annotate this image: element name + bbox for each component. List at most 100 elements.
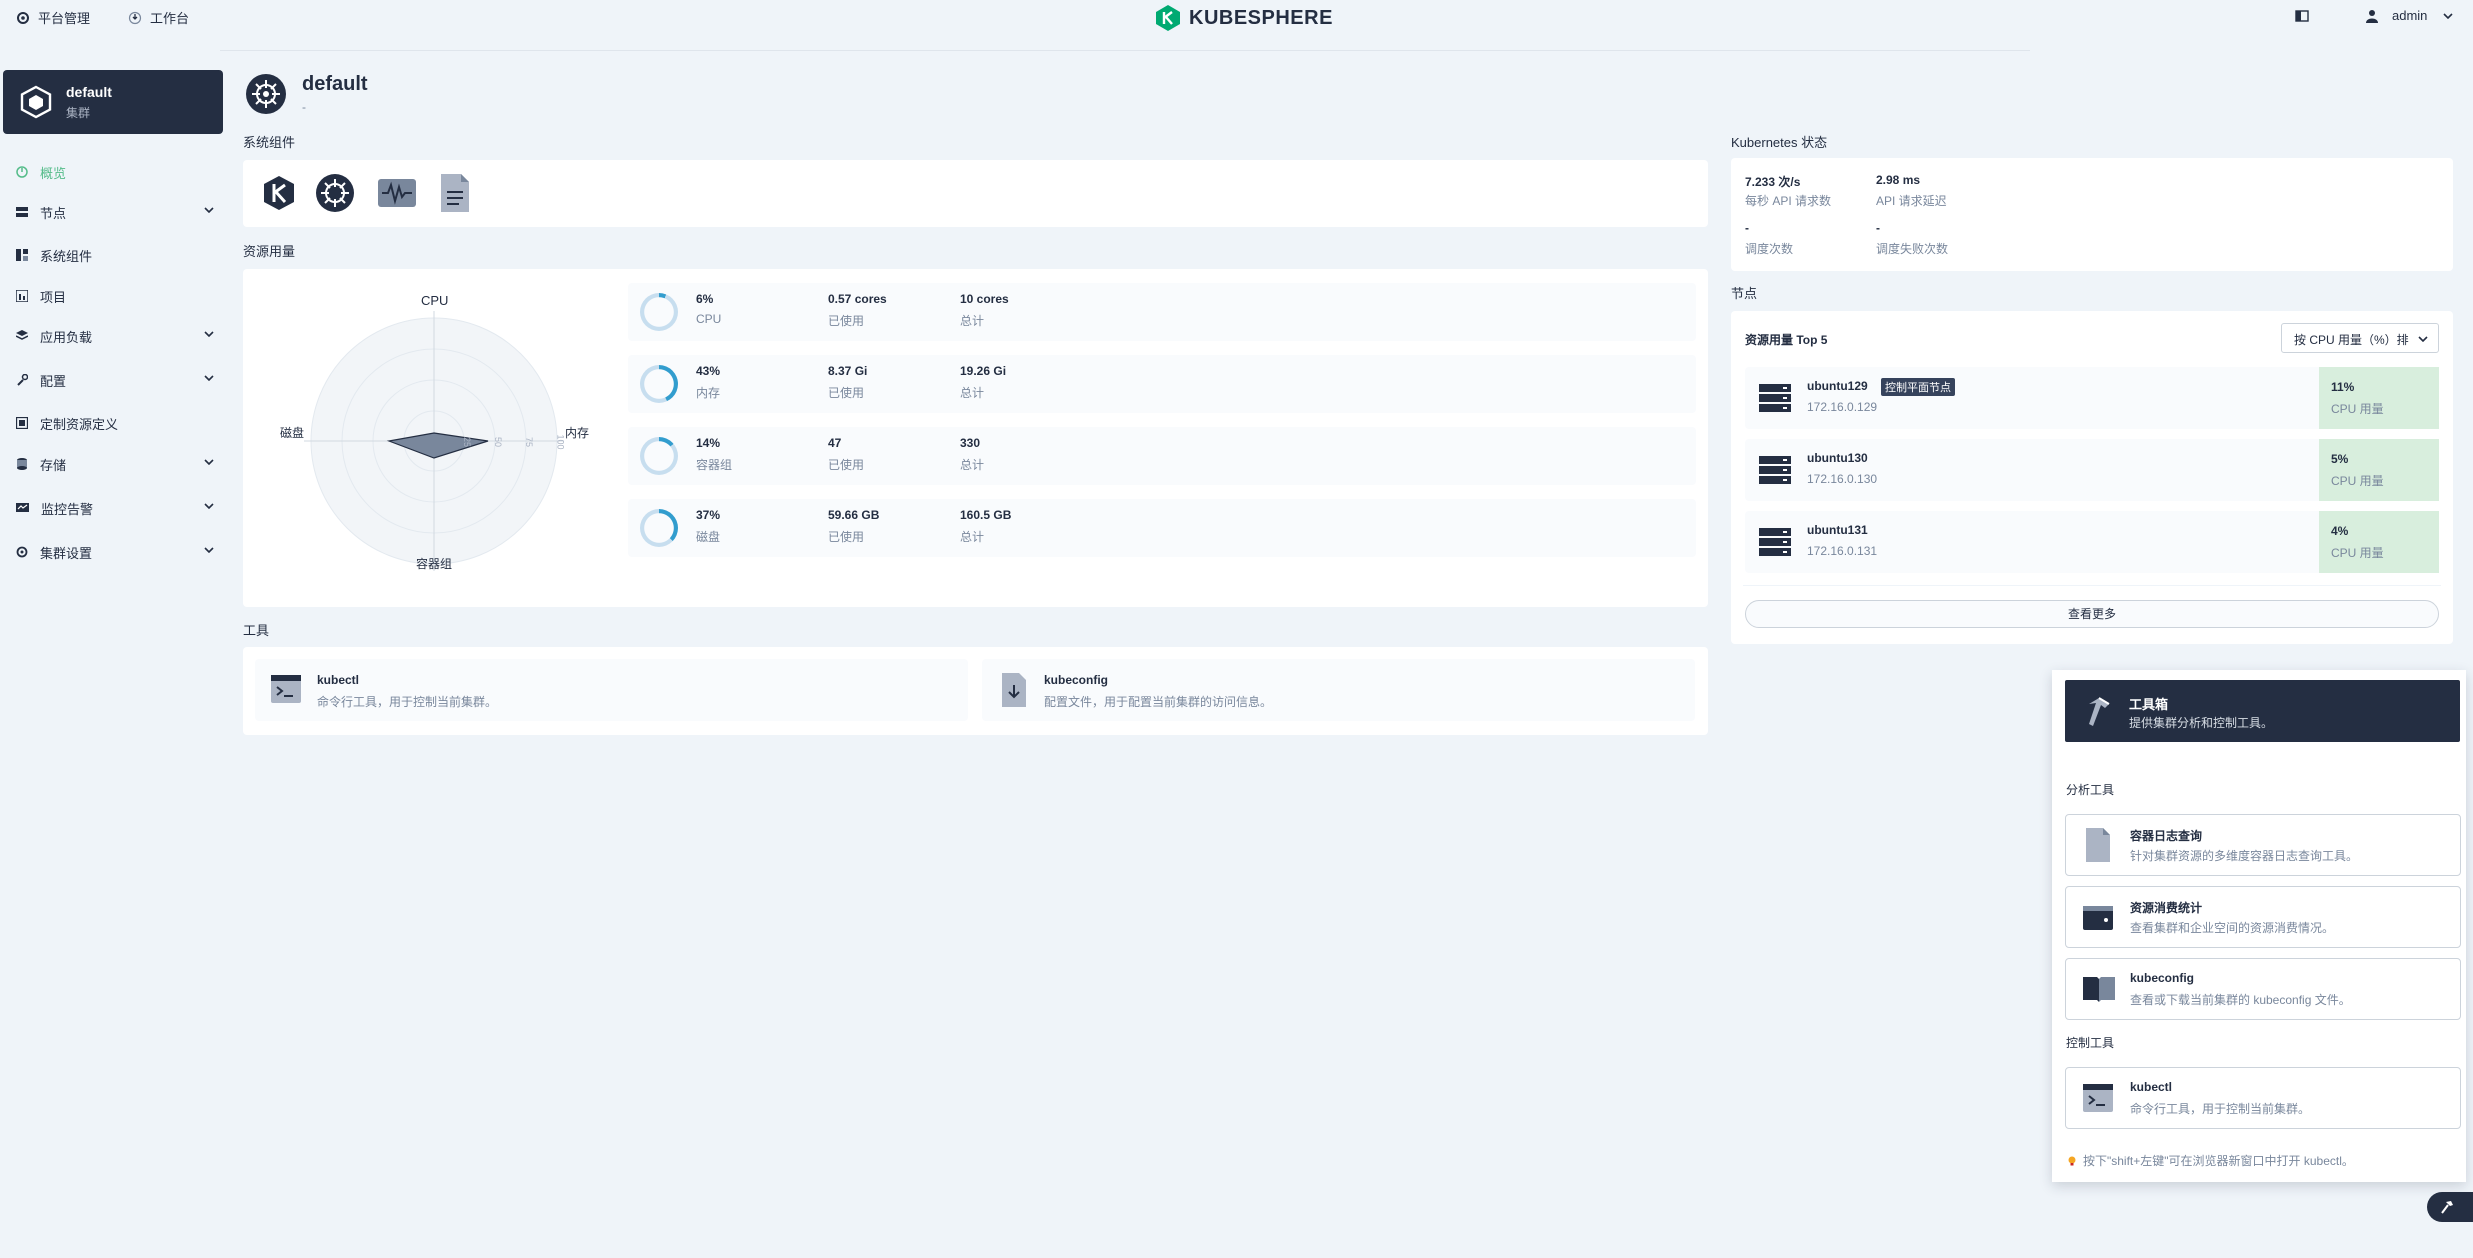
sidebar-item-components[interactable]: 系统组件 <box>16 240 214 270</box>
projects-icon <box>16 290 28 302</box>
logging-component-icon[interactable] <box>439 172 471 217</box>
kubesphere-component-icon[interactable] <box>259 173 299 216</box>
tool-name: kubectl <box>2130 1080 2173 1094</box>
components-icon <box>16 249 28 261</box>
metric-value: 7.233 次/s <box>1745 175 1801 189</box>
usage-percent: 43% <box>696 364 721 378</box>
radar-tick-50: 50 <box>493 436 504 448</box>
tool-name: kubeconfig <box>2130 971 2195 985</box>
page-title: default <box>302 73 368 95</box>
sidebar-item-label: 集群设置 <box>40 545 93 561</box>
top-divider <box>220 50 2030 51</box>
download-file-icon <box>1002 673 1026 710</box>
radar-label-disk: 磁盘 <box>280 426 305 440</box>
usage-total-label: 总计 <box>960 386 985 400</box>
metric-value: - <box>1876 221 1880 235</box>
node-row[interactable]: ubuntu131 172.16.0.131 4% CPU 用量 <box>1745 511 2439 573</box>
kubesphere-logo-icon <box>1156 5 1180 31</box>
sort-select[interactable]: 按 CPU 用量（%）排 <box>2281 323 2439 353</box>
system-components-panel <box>243 160 1708 227</box>
platform-menu[interactable]: 平台管理 <box>16 8 90 27</box>
usage-name: 容器组 <box>696 458 733 472</box>
sidebar-item-label: 概览 <box>40 165 67 181</box>
layout-toggle-icon[interactable] <box>2295 10 2309 25</box>
node-ip: 172.16.0.131 <box>1807 544 1878 558</box>
tools-title: 工具 <box>243 623 270 638</box>
sidebar-item-label: 系统组件 <box>40 248 93 264</box>
tool-kubectl[interactable]: kubectl 命令行工具，用于控制当前集群。 <box>255 659 968 721</box>
server-icon <box>1759 456 1791 484</box>
lightbulb-icon <box>2068 1156 2076 1165</box>
sidebar-item-storage[interactable]: 存储 <box>16 449 214 479</box>
usage-ring <box>640 437 678 475</box>
cluster-icon <box>19 85 53 122</box>
resource-usage-title: 资源用量 <box>243 244 296 259</box>
crd-icon <box>16 417 28 429</box>
usage-row-cpu: 6% CPU 0.57 cores 已使用 10 cores 总计 <box>628 283 1696 341</box>
tip-text: 按下"shift+左键"可在浏览器新窗口中打开 kubectl。 <box>2083 1154 2354 1168</box>
metering-tool[interactable]: 资源消费统计 查看集群和企业空间的资源消费情况。 <box>2065 886 2461 948</box>
sidebar-item-nodes[interactable]: 节点 <box>16 197 214 227</box>
gear-icon <box>16 546 28 558</box>
chevron-down-icon <box>204 375 214 381</box>
kubectl-tool[interactable]: kubectl 命令行工具，用于控制当前集群。 <box>2065 1067 2461 1129</box>
kubeconfig-tool[interactable]: kubeconfig 查看或下载当前集群的 kubeconfig 文件。 <box>2065 958 2461 1020</box>
usage-total-label: 总计 <box>960 458 985 472</box>
sidebar-item-label: 定制资源定义 <box>40 416 119 432</box>
chevron-down-icon <box>204 207 214 213</box>
log-search-tool[interactable]: 容器日志查询 针对集群资源的多维度容器日志查询工具。 <box>2065 814 2461 876</box>
document-icon <box>2086 828 2110 862</box>
workbench-menu[interactable]: 工作台 <box>128 8 189 27</box>
database-icon <box>17 458 27 470</box>
chevron-down-icon <box>204 459 214 465</box>
tool-kubeconfig[interactable]: kubeconfig 配置文件，用于配置当前集群的访问信息。 <box>982 659 1695 721</box>
platform-label: 平台管理 <box>38 11 91 26</box>
usage-total: 330 <box>960 436 981 450</box>
tool-desc: 查看集群和企业空间的资源消费情况。 <box>2130 921 2335 935</box>
kubernetes-icon <box>246 74 286 117</box>
cluster-type: 集群 <box>66 106 91 120</box>
usage-name: CPU <box>696 312 722 326</box>
usage-percent: 6% <box>696 292 714 306</box>
cluster-switcher[interactable]: default 集群 <box>3 70 223 134</box>
top-nodes-title: 资源用量 Top 5 <box>1745 333 1828 347</box>
sidebar-item-crd[interactable]: 定制资源定义 <box>16 408 214 438</box>
sidebar-item-label: 存储 <box>40 457 67 473</box>
node-cpu-usage: 4% CPU 用量 <box>2319 511 2439 573</box>
sidebar-item-monitoring[interactable]: 监控告警 <box>16 493 214 523</box>
usage-total: 10 cores <box>960 292 1009 306</box>
sidebar-item-overview[interactable]: 概览 <box>16 157 214 187</box>
chevron-down-icon <box>2418 336 2428 342</box>
usage-name: 磁盘 <box>696 530 721 544</box>
usage-used: 8.37 Gi <box>828 364 868 378</box>
node-cpu-usage: 5% CPU 用量 <box>2319 439 2439 501</box>
user-menu[interactable]: admin <box>2366 8 2453 23</box>
usage-percent: 14% <box>696 436 721 450</box>
gear-icon <box>17 11 29 24</box>
node-row[interactable]: ubuntu130 172.16.0.130 5% CPU 用量 <box>1745 439 2439 501</box>
monitoring-component-icon[interactable] <box>377 175 417 214</box>
sidebar-item-workloads[interactable]: 应用负载 <box>16 321 214 351</box>
toolbox-toggle-button[interactable] <box>2427 1192 2473 1222</box>
sidebar-item-config[interactable]: 配置 <box>16 365 214 395</box>
tool-name: kubeconfig <box>1044 673 1109 687</box>
usage-row-pods: 14% 容器组 47 已使用 330 总计 <box>628 427 1696 485</box>
book-icon <box>2083 977 2115 1002</box>
hammer-icon <box>2089 697 2110 726</box>
usage-ring <box>640 365 678 403</box>
kubesphere-logo[interactable]: KUBESPHERE <box>1155 4 1333 32</box>
node-name: ubuntu130 <box>1807 451 1868 465</box>
sort-select-value: 按 CPU 用量（%）排 <box>2294 333 2409 347</box>
sidebar-item-projects[interactable]: 项目 <box>16 281 214 311</box>
view-more-button[interactable]: 查看更多 <box>1745 600 2439 628</box>
usage-total-label: 总计 <box>960 530 985 544</box>
node-name: ubuntu129 <box>1807 379 1868 393</box>
sidebar-item-cluster-settings[interactable]: 集群设置 <box>16 537 214 567</box>
sidebar-item-label: 监控告警 <box>41 501 94 517</box>
radar-tick-100: 100 <box>555 434 566 450</box>
node-row[interactable]: ubuntu129 控制平面节点 172.16.0.129 11% CPU 用量 <box>1745 367 2439 429</box>
top-bar: 平台管理 工作台 KUBESPHERE admin <box>0 0 2473 50</box>
kubernetes-component-icon[interactable] <box>315 173 355 216</box>
brand-name: KUBESPHERE <box>1189 6 1333 29</box>
k8s-status-title: Kubernetes 状态 <box>1731 135 1828 150</box>
